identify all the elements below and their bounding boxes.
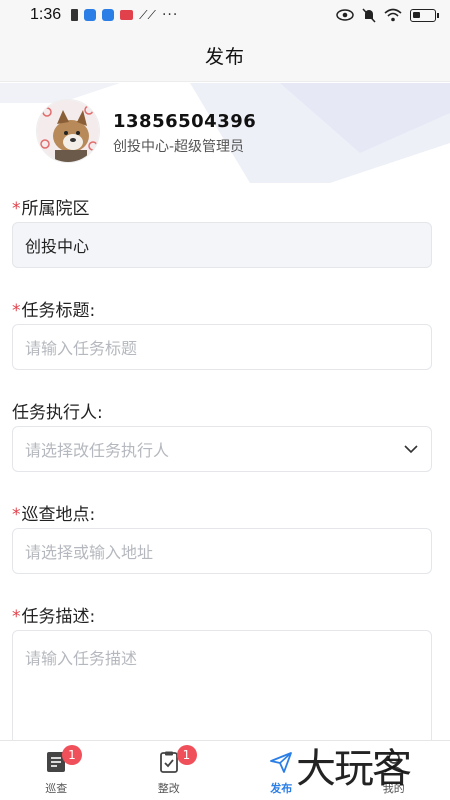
campus-label: *所属院区 [12, 199, 90, 219]
nav-label-publish: 发布 [270, 782, 293, 795]
more-notifications: ··· [161, 7, 179, 23]
rectify-badge: 1 [176, 745, 197, 765]
patrol-badge: 1 [62, 745, 82, 765]
battery-icon [410, 8, 439, 22]
nav-label-patrol: 巡查 [45, 782, 68, 795]
executor-placeholder: 请选择改任务执行人 [25, 441, 170, 460]
page-header: 发布 [0, 30, 450, 82]
chevron-down-icon [404, 445, 418, 454]
sim-icon [71, 9, 79, 21]
location-placeholder: 请选择或输入地址 [25, 543, 154, 562]
signal-icon: ⟋⟋ [139, 7, 156, 22]
page-title: 发布 [204, 46, 245, 68]
description-placeholder: 请输入任务描述 [25, 649, 138, 668]
mute-icon [362, 7, 376, 23]
location-input[interactable]: 请选择或输入地址 [12, 528, 432, 574]
executor-select[interactable]: 请选择改任务执行人 [12, 426, 432, 472]
cloud-icon [102, 9, 115, 21]
task-title-label: *任务标题: [12, 301, 96, 321]
avatar[interactable] [36, 99, 100, 163]
nav-item-patrol[interactable]: 1 巡查 [0, 741, 113, 800]
send-icon [270, 752, 293, 773]
watermark: 大玩客 [296, 746, 412, 792]
executor-label: 任务执行人: [12, 403, 103, 423]
task-title-input[interactable]: 请输入任务标题 [12, 324, 432, 370]
location-label: *巡查地点: [12, 505, 96, 525]
campus-field: 创投中心 [12, 222, 432, 268]
cloud-icon [84, 9, 97, 21]
user-phone: 13856504396 [113, 111, 257, 132]
nav-label-rectify: 整改 [157, 782, 180, 795]
app-icon [120, 10, 134, 20]
wifi-icon [384, 8, 402, 22]
description-label: *任务描述: [12, 607, 96, 627]
user-role: 创投中心-超级管理员 [113, 139, 245, 155]
task-title-placeholder: 请输入任务标题 [25, 339, 138, 358]
nav-item-rectify[interactable]: 1 整改 [113, 741, 226, 800]
status-bar: 1:36 ⟋⟋ ··· [0, 0, 450, 30]
campus-value: 创投中心 [25, 237, 90, 256]
eye-icon [336, 9, 354, 21]
profile-banner: 13856504396 创投中心-超级管理员 [0, 83, 450, 183]
status-time: 1:36 [30, 6, 62, 23]
description-textarea[interactable]: 请输入任务描述 [12, 630, 432, 750]
